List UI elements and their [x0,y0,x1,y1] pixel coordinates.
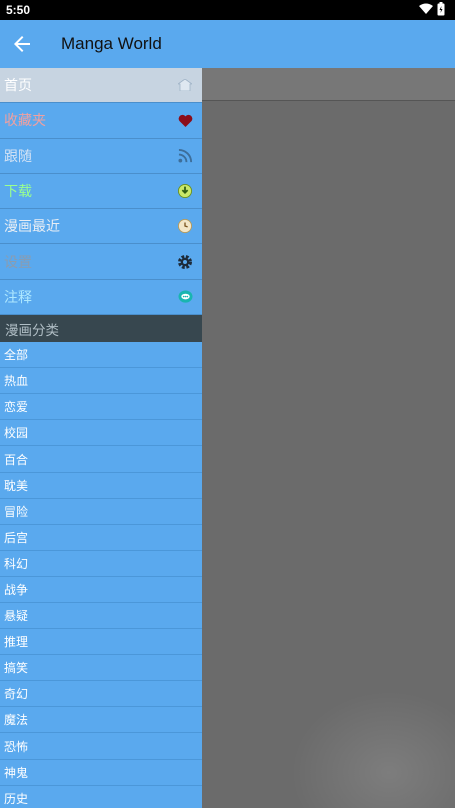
category-item[interactable]: 恐怖 [0,733,202,760]
nav-item-recent[interactable]: 漫画最近 [0,209,202,245]
status-bar: 5:50 [0,0,455,20]
category-item[interactable]: 全部 [0,342,202,369]
nav-item-download[interactable]: 下载 [0,174,202,210]
app-title: Manga World [61,34,162,53]
content-toolbar [202,68,455,101]
category-item[interactable]: 历史 [0,786,202,808]
home-icon [176,76,194,94]
category-item[interactable]: 魔法 [0,707,202,734]
nav-item-label: 漫画最近 [4,219,60,236]
category-item[interactable]: 推理 [0,629,202,656]
rss-icon [176,147,194,165]
category-item[interactable]: 奇幻 [0,681,202,708]
nav-item-home[interactable]: 首页 [0,68,202,104]
category-item[interactable]: 神鬼 [0,760,202,786]
app-bar: Manga World [0,20,455,68]
heart-icon [176,111,194,129]
category-item[interactable]: 搞笑 [0,655,202,682]
gear-icon [176,253,194,271]
clock-icon [176,217,194,235]
nav-item-settings[interactable]: 设置 [0,244,202,280]
battery-icon [437,2,445,16]
category-item[interactable]: 耽美 [0,473,202,499]
nav-item-label: 注释 [4,289,32,306]
category-item[interactable]: 百合 [0,446,202,473]
back-arrow-icon[interactable] [10,32,34,56]
wifi-icon [419,3,433,14]
content-area [290,690,455,808]
nav-item-label: 跟随 [4,148,32,165]
nav-item-label: 首页 [4,78,32,95]
status-icons [419,2,445,16]
category-list: 全部 热血 恋爱 校园 百合 耽美 冒险 后宫 科幻 战争 悬疑 推理 搞笑 奇幻 魔法 恐怖 神鬼 历史 [0,342,202,808]
nav-item-label: 设置 [4,254,32,271]
comment-icon [176,288,194,306]
category-item[interactable]: 恋爱 [0,394,202,421]
categories-header: 漫画分类 [0,315,202,343]
category-item[interactable]: 科幻 [0,551,202,577]
status-time: 5:50 [6,3,31,17]
navigation-drawer: 首页 收藏夹 跟随 下载 漫画最近 设置 注释 漫画分类 全部 热血 恋爱 校园… [0,68,202,808]
category-item[interactable]: 后宫 [0,525,202,551]
nav-item-label: 下载 [4,184,32,201]
category-item[interactable]: 冒险 [0,499,202,525]
category-item[interactable]: 战争 [0,577,202,604]
category-item[interactable]: 热血 [0,368,202,395]
category-item[interactable]: 校园 [0,420,202,447]
download-icon [176,182,194,200]
nav-item-favorites[interactable]: 收藏夹 [0,103,202,139]
nav-item-notes[interactable]: 注释 [0,280,202,316]
category-item[interactable]: 悬疑 [0,603,202,630]
nav-item-label: 收藏夹 [4,113,46,130]
nav-item-follow[interactable]: 跟随 [0,139,202,174]
